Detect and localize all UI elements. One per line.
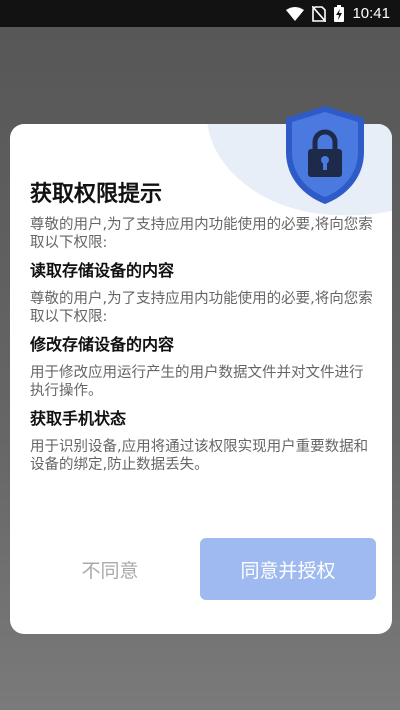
permission-item: 获取手机状态 用于识别设备,应用将通过该权限实现用户重要数据和设备的绑定,防止数… xyxy=(30,408,374,474)
permission-item: 修改存储设备的内容 用于修改应用运行产生的用户数据文件并对文件进行执行操作。 xyxy=(30,334,374,400)
permission-desc: 用于修改应用运行产生的用户数据文件并对文件进行执行操作。 xyxy=(30,365,364,399)
battery-charging-icon xyxy=(334,5,345,22)
agree-authorize-button[interactable]: 同意并授权 xyxy=(200,538,376,600)
lock-shield-icon xyxy=(286,106,364,204)
status-bar: 10:41 xyxy=(0,0,400,27)
permission-title: 读取存储设备的内容 xyxy=(30,261,175,280)
permission-title: 修改存储设备的内容 xyxy=(30,335,175,354)
status-time: 10:41 xyxy=(352,5,390,22)
wifi-icon xyxy=(286,6,305,21)
no-sim-icon xyxy=(312,5,327,22)
disagree-button[interactable]: 不同意 xyxy=(50,538,170,600)
permission-title: 获取手机状态 xyxy=(30,409,127,428)
permission-desc: 用于识别设备,应用将通过该权限实现用户重要数据和设备的绑定,防止数据丢失。 xyxy=(30,439,369,473)
intro-text: 尊敬的用户,为了支持应用内功能使用的必要,将向您索取以下权限: xyxy=(30,217,373,251)
dialog-title: 获取权限提示 xyxy=(30,182,163,207)
permission-desc: 尊敬的用户,为了支持应用内功能使用的必要,将向您索取以下权限: xyxy=(30,291,373,325)
dialog-buttons: 不同意 同意并授权 xyxy=(10,538,392,600)
permission-content: 尊敬的用户,为了支持应用内功能使用的必要,将向您索取以下权限: 读取存储设备的内… xyxy=(30,216,374,482)
permission-item: 读取存储设备的内容 尊敬的用户,为了支持应用内功能使用的必要,将向您索取以下权限… xyxy=(30,260,374,326)
